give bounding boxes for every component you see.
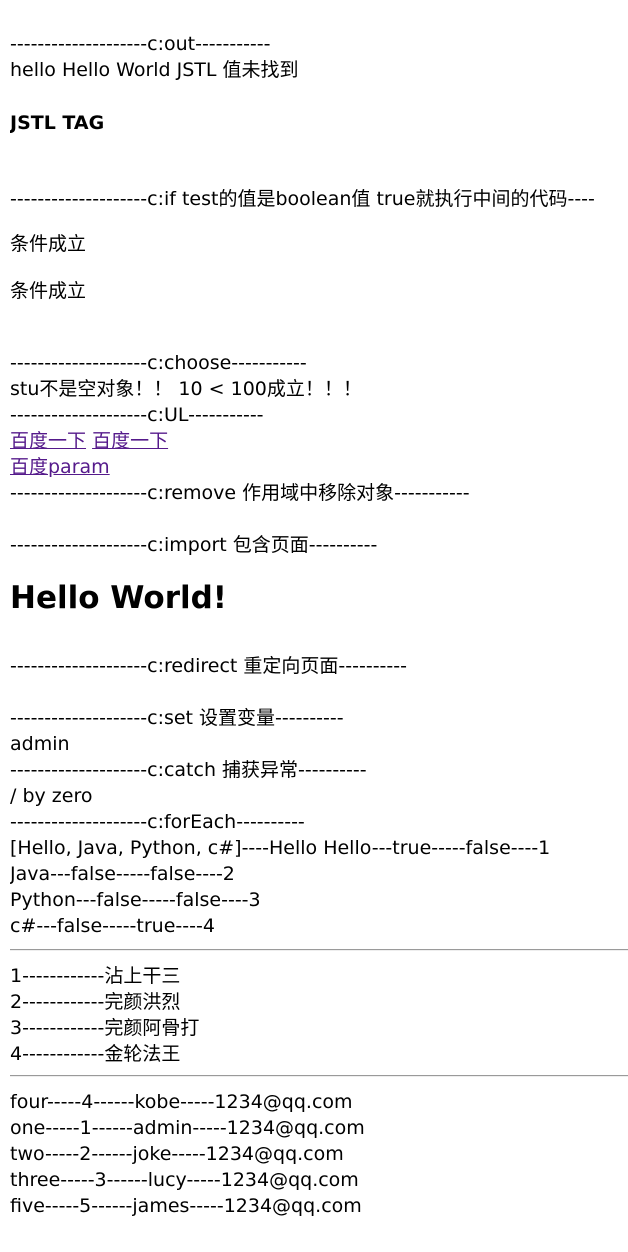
foreach-row: Python---false-----false----3 <box>10 889 261 911</box>
foreach-row: [Hello, Java, Python, c#]----Hello Hello… <box>10 837 551 859</box>
import-header: --------------------c:import 包含页面-------… <box>10 534 378 556</box>
user-list-item: two-----2------joke-----1234@qq.com <box>10 1143 344 1165</box>
name-list-item: 1------------沾上干三 <box>10 965 181 987</box>
set-value: admin <box>10 733 70 755</box>
foreach-row: c#---false-----true----4 <box>10 915 215 937</box>
catch-value: / by zero <box>10 785 93 807</box>
url-header: --------------------c:UL----------- <box>10 404 264 426</box>
baidu-link-2[interactable]: 百度一下 <box>92 430 168 452</box>
user-list-item: one-----1------admin-----1234@qq.com <box>10 1117 365 1139</box>
name-list-item: 4------------金轮法王 <box>10 1043 181 1065</box>
out-text: hello Hello World JSTL 值未找到 <box>10 59 299 81</box>
foreach-row: Java---false-----false----2 <box>10 863 235 885</box>
if-result-1: 条件成立 <box>10 233 87 255</box>
top-spacer <box>10 0 628 31</box>
if-result-2: 条件成立 <box>10 280 87 302</box>
out-header: --------------------c:out----------- <box>10 33 271 55</box>
user-list-item: three-----3------lucy-----1234@qq.com <box>10 1169 359 1191</box>
foreach-header: --------------------c:forEach---------- <box>10 811 305 833</box>
choose-text: stu不是空对象！！ 10 < 100成立！！！ <box>10 378 362 400</box>
set-header: --------------------c:set 设置变量---------- <box>10 707 344 729</box>
catch-header: --------------------c:catch 捕获异常--------… <box>10 759 367 781</box>
remove-header: --------------------c:remove 作用域中移除对象---… <box>10 482 470 504</box>
choose-header: --------------------c:choose----------- <box>10 352 307 374</box>
redirect-header: --------------------c:redirect 重定向页面----… <box>10 655 407 677</box>
name-list-item: 3------------完颜阿骨打 <box>10 1017 200 1039</box>
name-list-item: 2------------完颜洪烈 <box>10 991 181 1013</box>
baidu-param-link[interactable]: 百度param <box>10 456 110 478</box>
baidu-link-1[interactable]: 百度一下 <box>10 430 86 452</box>
url-links-row: 百度一下 百度一下 <box>10 428 628 454</box>
jstl-tag-heading: JSTL TAG <box>10 112 105 134</box>
jsp-output-page: --------------------c:out----------- hel… <box>0 0 628 1252</box>
url-param-row: 百度param <box>10 454 628 480</box>
user-list-item: five-----5------james-----1234@qq.com <box>10 1195 362 1217</box>
imported-hello-world-heading: Hello World! <box>10 580 227 616</box>
user-list-item: four-----4------kobe-----1234@qq.com <box>10 1091 353 1113</box>
if-header: --------------------c:if test的值是boolean值… <box>10 188 595 210</box>
